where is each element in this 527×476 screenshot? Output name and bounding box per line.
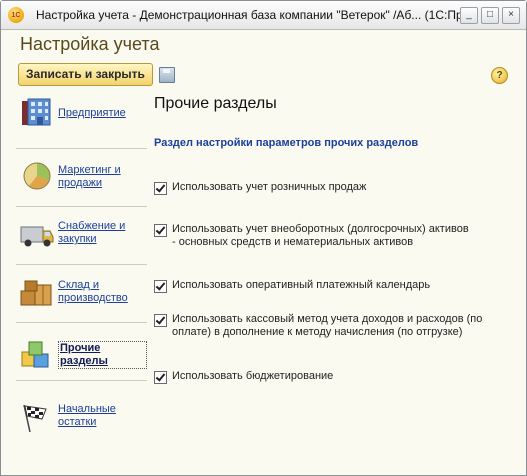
settings-window: 1C Настройка учета - Демонстрационная ба… [0, 0, 527, 476]
window-controls: _ □ × [460, 6, 520, 24]
warehouse-boxes-icon [20, 280, 52, 306]
sidebar-item-label[interactable]: Снабжение и закупки [58, 220, 147, 246]
minimize-button[interactable]: _ [460, 6, 478, 24]
supply-truck-icon [20, 226, 54, 247]
option-cash-method[interactable]: Использовать кассовый метод учета доходо… [154, 313, 517, 339]
option-label: Использовать учет внеоборотных (долгосро… [172, 223, 469, 248]
option-budgeting[interactable]: Использовать бюджетирование [154, 370, 512, 384]
option-label: Использовать кассовый метод учета доходо… [172, 313, 483, 338]
maximize-button[interactable]: □ [481, 6, 499, 24]
save-and-close-button[interactable]: Записать и закрыть [18, 63, 153, 86]
marketing-chart-icon [23, 162, 51, 190]
save-floppy-icon[interactable] [158, 66, 175, 83]
section-subtitle: Раздел настройки параметров прочих разде… [154, 137, 419, 149]
enterprise-building-icon [22, 98, 51, 126]
sidebar-item-label[interactable]: Прочие разделы [58, 341, 147, 369]
finish-flag-icon [23, 404, 47, 433]
sidebar-item-label[interactable]: Предприятие [58, 107, 126, 120]
sidebar-item-other[interactable]: Прочие разделы [16, 323, 147, 381]
option-label: Использовать учет розничных продаж [172, 181, 367, 193]
section-title: Прочие разделы [154, 95, 277, 112]
sidebar-nav: Предприятие Маркетинг и продажи Снабжени… [16, 91, 147, 438]
window-title: Настройка учета - Демонстрационная база … [36, 8, 460, 22]
other-sections-cubes-icon [21, 341, 49, 368]
option-label: Использовать бюджетирование [172, 370, 334, 382]
sidebar-item-label[interactable]: Склад и производство [58, 279, 147, 305]
sidebar-item-label[interactable]: Маркетинг и продажи [58, 164, 147, 190]
app-1c-icon: 1C [8, 7, 24, 23]
option-fixed-assets[interactable]: Использовать учет внеоборотных (долгосро… [154, 223, 472, 249]
form-title: Настройка учета [20, 34, 160, 54]
title-bar[interactable]: 1C Настройка учета - Демонстрационная ба… [1, 1, 526, 30]
sidebar-item-enterprise[interactable]: Предприятие [16, 91, 147, 149]
payment-calendar-checkbox[interactable] [154, 280, 167, 293]
fixed-assets-checkbox[interactable] [154, 224, 167, 237]
toolbar: Записать и закрыть [18, 63, 175, 86]
retail-sales-checkbox[interactable] [154, 182, 167, 195]
help-icon[interactable]: ? [491, 67, 508, 84]
option-label: Использовать оперативный платежный кален… [172, 279, 431, 291]
cash-method-checkbox[interactable] [154, 314, 167, 327]
sidebar-item-supply[interactable]: Снабжение и закупки [16, 207, 147, 265]
sidebar-item-warehouse[interactable]: Склад и производство [16, 265, 147, 323]
close-button[interactable]: × [502, 6, 520, 24]
option-payment-calendar[interactable]: Использовать оперативный платежный кален… [154, 279, 512, 293]
sidebar-item-marketing[interactable]: Маркетинг и продажи [16, 149, 147, 207]
option-retail-sales[interactable]: Использовать учет розничных продаж [154, 181, 512, 195]
sidebar-item-opening-balances[interactable]: Начальные остатки [16, 381, 147, 438]
sidebar-item-label[interactable]: Начальные остатки [58, 403, 147, 429]
budgeting-checkbox[interactable] [154, 371, 167, 384]
